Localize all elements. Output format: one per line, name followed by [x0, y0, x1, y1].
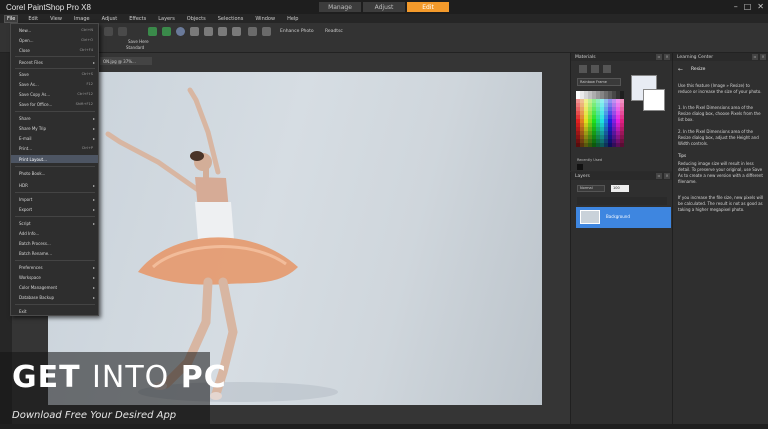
menu-item-add-info[interactable]: Add Info...: [11, 229, 98, 237]
maximize-button[interactable]: □: [744, 2, 752, 12]
close-button[interactable]: ✕: [757, 2, 764, 12]
frame-icon[interactable]: [579, 65, 587, 73]
picker-icon[interactable]: [603, 65, 611, 73]
file-menu: New... Ctrl+N Open... Ctrl+O Close Ctrl+F4 …: [10, 23, 99, 316]
menu-item-batch-rename[interactable]: Batch Rename...: [11, 249, 98, 257]
menu-item-email[interactable]: E-mail ▸: [11, 134, 98, 142]
watermark-title: GET INTO PC: [12, 360, 227, 395]
materials-title: Materials ▫ ×: [571, 53, 672, 61]
menu-item-import[interactable]: Import ▸: [11, 195, 98, 203]
learning-intro: Use this feature (Image » Resize) to red…: [678, 83, 762, 94]
menu-edit[interactable]: Edit: [26, 16, 40, 22]
document-tab[interactable]: ON.jpg @ 37%...: [100, 57, 152, 65]
menu-file[interactable]: File: [4, 14, 19, 23]
toolbar: Save Here Enhance Photo Readtsc Standard: [0, 23, 768, 53]
learning-step-1: 1. In the Pixel Dimensions area of the R…: [678, 105, 761, 122]
title-bar: Corel PaintShop Pro X8 Manage Adjust Edi…: [0, 0, 768, 14]
menu-item-preferences[interactable]: Preferences ▸: [11, 263, 98, 271]
menu-item-save-as[interactable]: Save As... F12: [11, 80, 98, 88]
layer-row-background[interactable]: Background: [576, 207, 671, 228]
learning-center-title: Learning Center ▫ ×: [673, 53, 768, 61]
menu-item-new[interactable]: New... Ctrl+N: [11, 26, 98, 34]
zoom-in-icon[interactable]: [190, 27, 199, 36]
back-arrow-icon[interactable]: ←: [678, 66, 683, 73]
menu-item-save-copy-as[interactable]: Save Copy As... Ctrl+F12: [11, 90, 98, 98]
grid-icon[interactable]: [248, 27, 257, 36]
learning-topic: Resize: [691, 67, 706, 72]
menu-item-batch-process[interactable]: Batch Process...: [11, 239, 98, 247]
tab-edit[interactable]: Edit: [407, 2, 449, 12]
menu-image[interactable]: Image: [72, 16, 92, 22]
menu-item-workspace[interactable]: Workspace ▸: [11, 273, 98, 281]
save-here-label: Save Here: [128, 39, 149, 44]
menu-item-photo-book[interactable]: Photo Book...: [11, 169, 98, 177]
tip-1: Reducing image size will result in less …: [678, 161, 763, 184]
actual-size-icon[interactable]: [232, 27, 241, 36]
menu-window[interactable]: Window: [253, 16, 277, 22]
menu-bar: File Edit View Image Adjust Effects Laye…: [0, 14, 768, 23]
undo-icon[interactable]: [104, 27, 113, 36]
background-color[interactable]: [643, 89, 665, 111]
menu-view[interactable]: View: [48, 16, 64, 22]
menu-item-print[interactable]: Print... Ctrl+P: [11, 144, 98, 152]
tips-heading: Tips: [678, 153, 687, 158]
watermark-subtitle: Download Free Your Desired App: [12, 410, 177, 421]
color-swatch-grid[interactable]: [576, 91, 626, 151]
menu-item-database-backup[interactable]: Database Backup ▸: [11, 293, 98, 301]
menu-item-exit[interactable]: Exit: [11, 307, 98, 315]
arrow-right-icon[interactable]: [162, 27, 171, 36]
standard-label: Standard: [126, 45, 145, 50]
tab-manage[interactable]: Manage: [319, 2, 361, 12]
redo-icon[interactable]: [118, 27, 127, 36]
recent-color-swatch[interactable]: [577, 164, 583, 170]
globe-icon[interactable]: [176, 27, 185, 36]
menu-selections[interactable]: Selections: [216, 16, 246, 22]
tab-adjust[interactable]: Adjust: [363, 2, 405, 12]
menu-item-recent-files[interactable]: Recent Files ▸: [11, 58, 98, 66]
menu-item-close[interactable]: Close Ctrl+F4: [11, 46, 98, 54]
menu-effects[interactable]: Effects: [127, 16, 148, 22]
menu-item-export[interactable]: Export ▸: [11, 205, 98, 213]
menu-item-save[interactable]: Save Ctrl+S: [11, 70, 98, 78]
opacity-field[interactable]: 100: [611, 185, 629, 192]
zoom-out-icon[interactable]: [204, 27, 213, 36]
menu-help[interactable]: Help: [285, 16, 300, 22]
recently-used-label: Recently Used: [577, 158, 603, 162]
layers-title: Layers ▫ ×: [571, 172, 672, 180]
menu-item-save-for-office[interactable]: Save for Office... Shift+F12: [11, 100, 98, 108]
menu-item-print-layout[interactable]: Print Layout...: [11, 155, 98, 163]
window-controls: – □ ✕: [734, 2, 764, 12]
status-bar: [0, 424, 768, 429]
app-title: Corel PaintShop Pro X8: [6, 2, 91, 12]
arrow-left-icon[interactable]: [148, 27, 157, 36]
blend-mode-dropdown[interactable]: Normal: [577, 185, 605, 192]
tip-2: If you increase the file size, new pixel…: [678, 195, 764, 212]
swatch-icon[interactable]: [591, 65, 599, 73]
learning-step-2: 2. In the Pixel Dimensions area of the R…: [678, 129, 759, 146]
rearrange-dropdown[interactable]: Readtsc: [325, 29, 343, 34]
menu-layers[interactable]: Layers: [156, 16, 177, 22]
layers-toolbar: [577, 197, 667, 205]
enhance-photo-dropdown[interactable]: Enhance Photo: [280, 29, 314, 34]
menu-item-color-management[interactable]: Color Management ▸: [11, 283, 98, 291]
frame-dropdown[interactable]: Rainbow Frame: [577, 78, 621, 86]
layer-thumbnail: [580, 210, 600, 224]
color-swatch[interactable]: [620, 143, 624, 147]
menu-item-open[interactable]: Open... Ctrl+O: [11, 36, 98, 44]
ruler-icon[interactable]: [262, 27, 271, 36]
menu-objects[interactable]: Objects: [185, 16, 208, 22]
menu-item-share[interactable]: Share ▸: [11, 114, 98, 122]
learning-center-panel: Learning Center ▫ × ← Resize Use this fe…: [672, 53, 768, 424]
fit-icon[interactable]: [218, 27, 227, 36]
menu-adjust[interactable]: Adjust: [100, 16, 120, 22]
minimize-button[interactable]: –: [734, 2, 738, 12]
menu-item-hdr[interactable]: HDR ▸: [11, 181, 98, 189]
menu-item-script[interactable]: Script ▸: [11, 219, 98, 227]
mode-tabs: Manage Adjust Edit: [319, 2, 449, 12]
layer-name: Background: [606, 214, 630, 219]
menu-item-share-my-trip[interactable]: Share My Trip ▸: [11, 124, 98, 132]
